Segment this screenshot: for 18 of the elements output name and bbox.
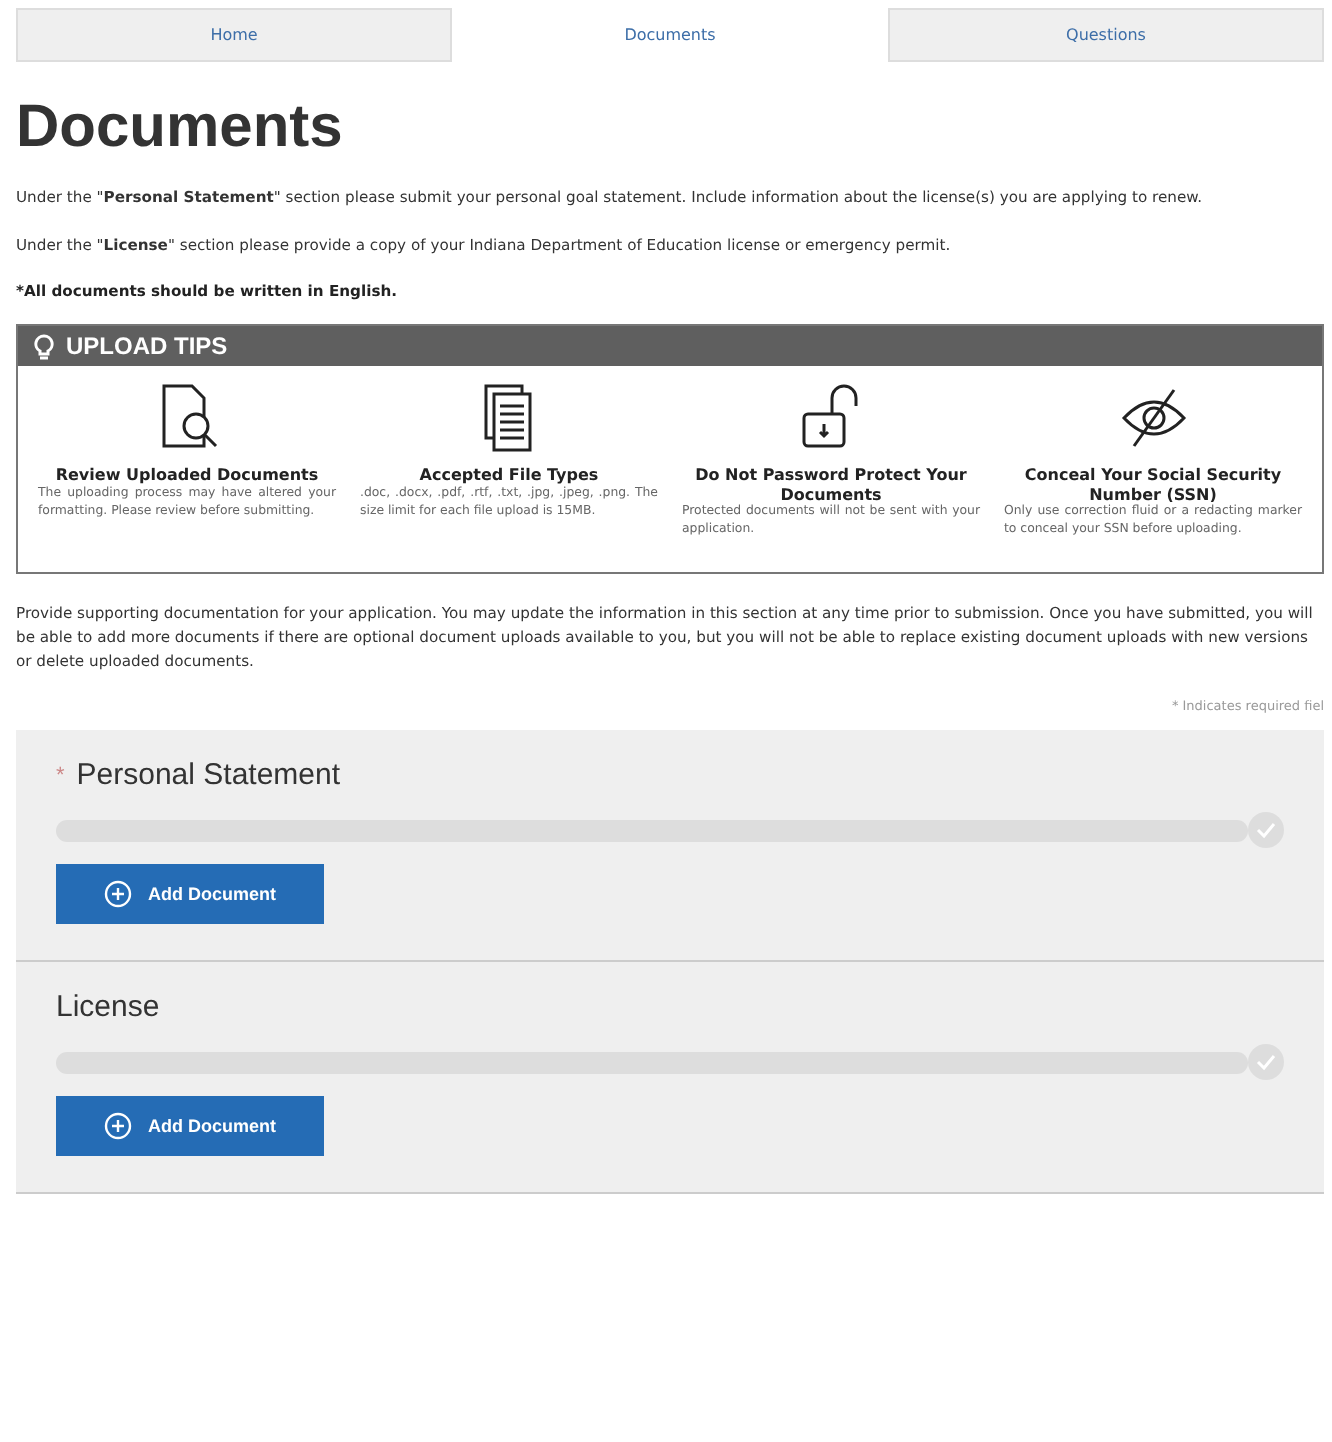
required-mark: * (56, 763, 65, 788)
tip-title: Do Not Password Protect Your Documents (693, 466, 969, 504)
page-title: Documents (16, 94, 345, 162)
section-title: License (56, 990, 160, 1025)
tab[interactable]: Home (16, 8, 452, 62)
tab[interactable]: Questions (888, 8, 1324, 62)
lightbulb-icon (34, 333, 54, 360)
add-document-button[interactable]: Add Document (56, 1096, 324, 1157)
tips-heading: UPLOAD TIPS (66, 332, 228, 361)
section-title: Personal Statement (76, 758, 341, 793)
tip-title: Review Uploaded Documents (55, 466, 319, 486)
plus-circle-icon (104, 880, 132, 909)
tip-title: Accepted File Types (419, 466, 599, 486)
check-circle-icon (1248, 812, 1284, 849)
add-document-button[interactable]: Add Document (56, 864, 324, 925)
tip-title: Conceal Your Social Security Number (SSN) (1022, 466, 1284, 504)
plus-circle-icon (104, 1112, 132, 1141)
check-circle-icon (1248, 1044, 1284, 1081)
